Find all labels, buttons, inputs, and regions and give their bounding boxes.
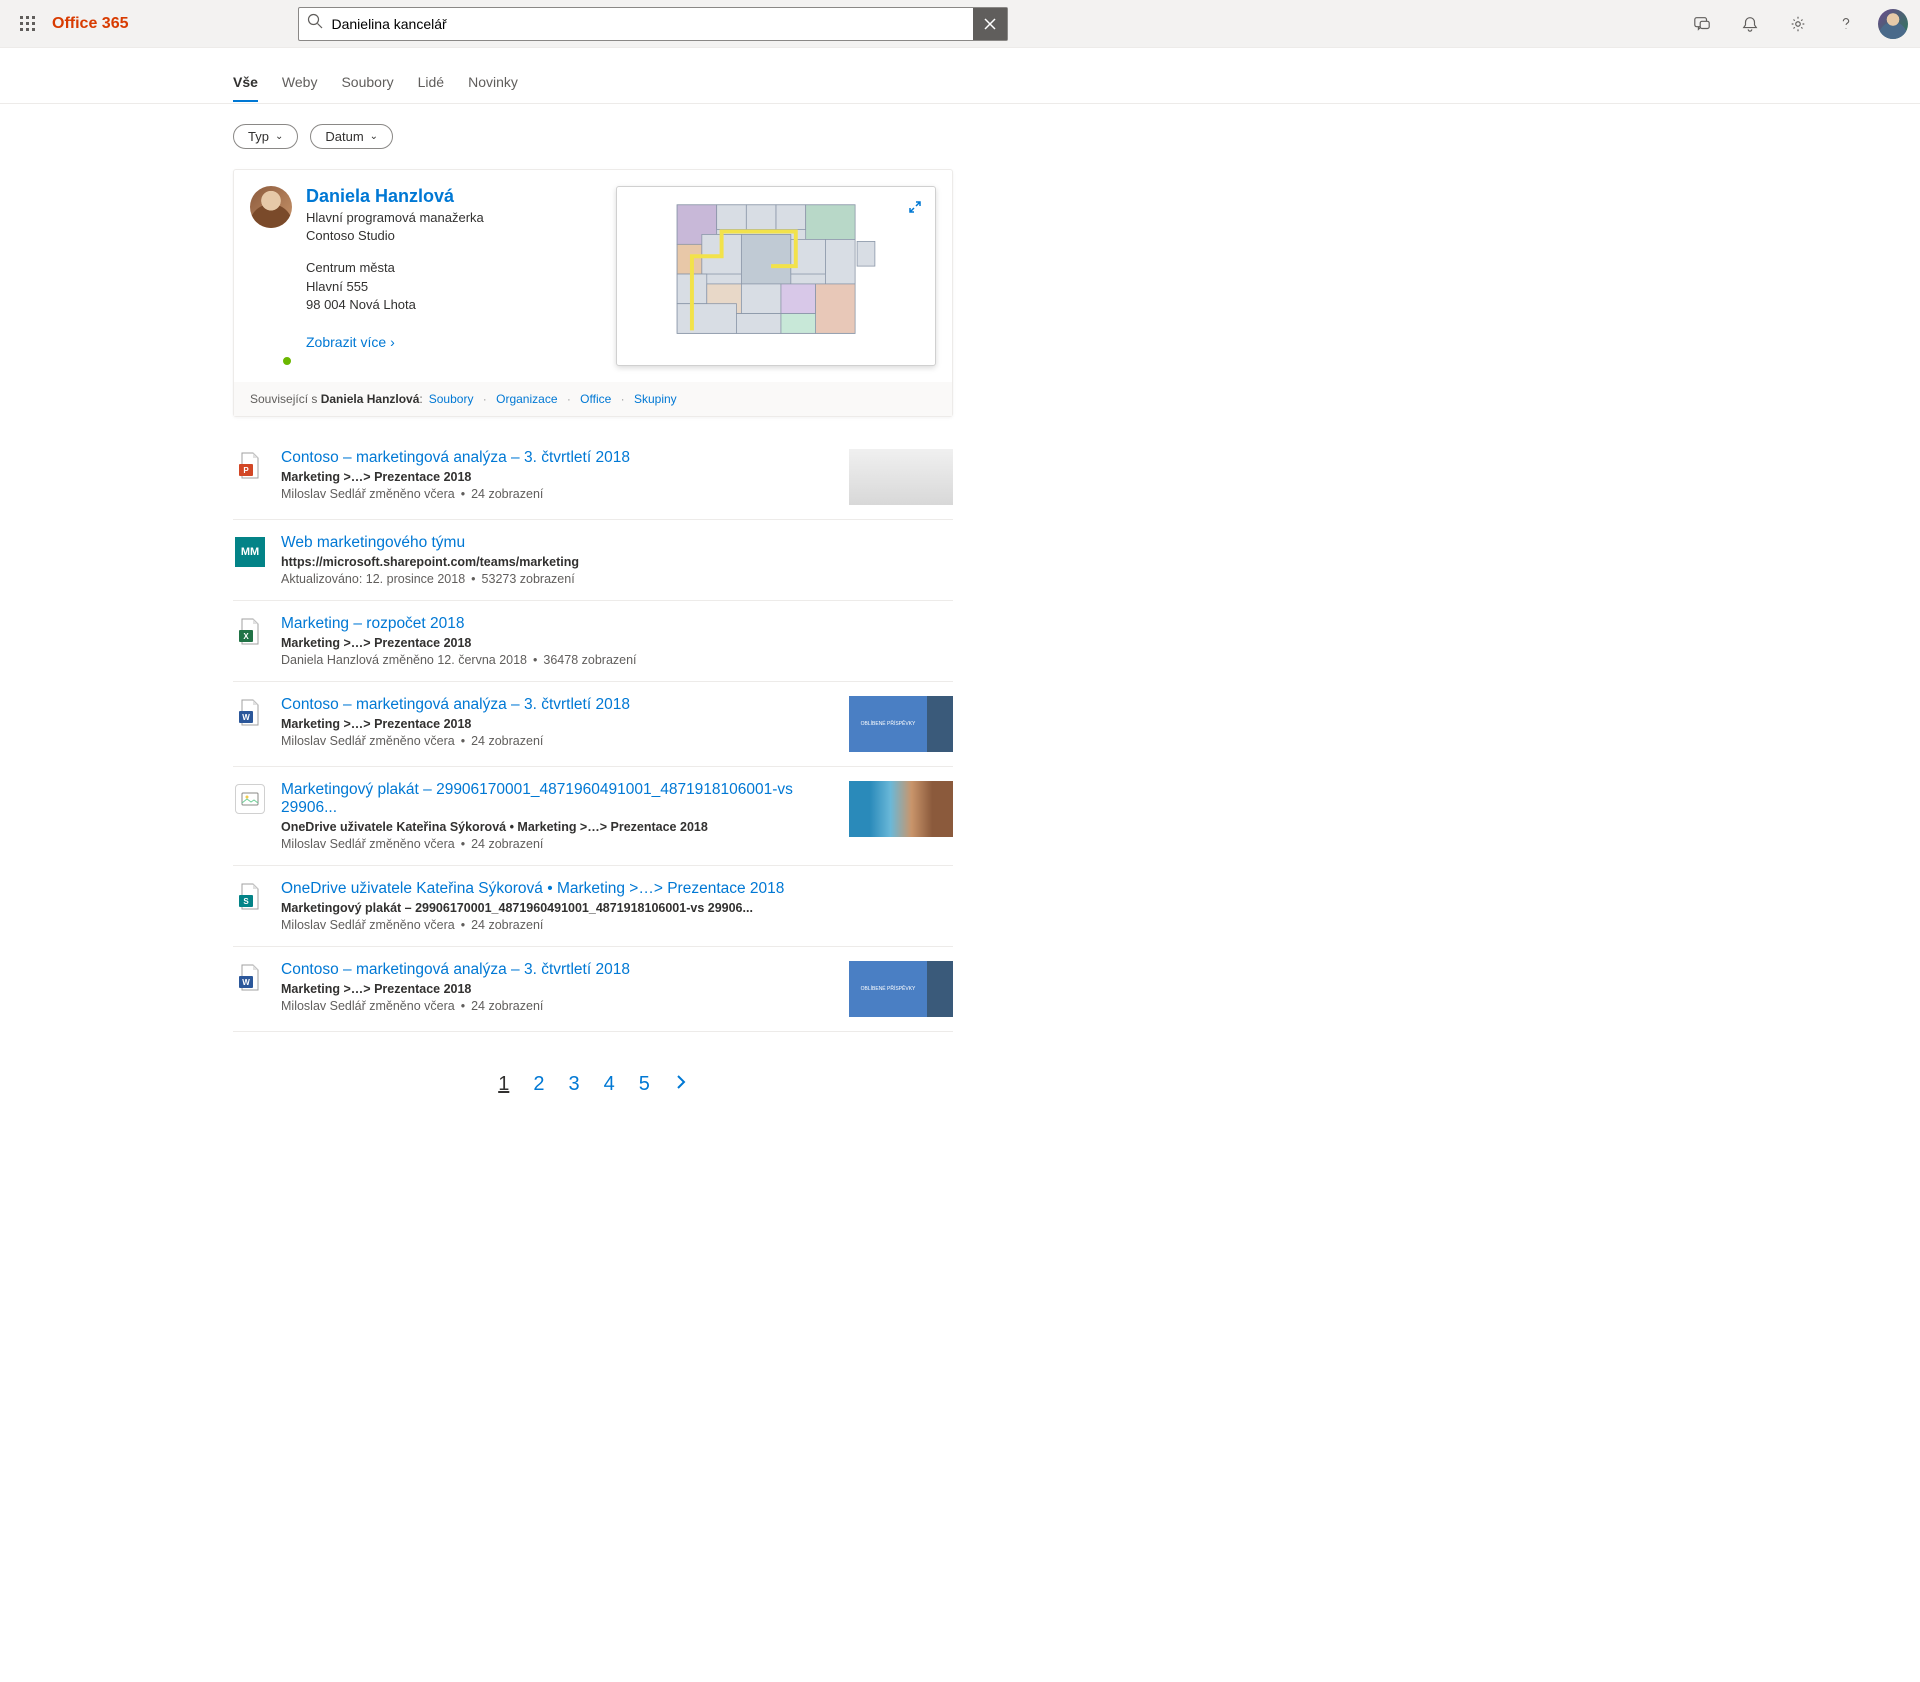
- result-row: S OneDrive uživatele Kateřina Sýkorová •…: [233, 866, 953, 947]
- person-addr-3: 98 004 Nová Lhota: [306, 296, 602, 314]
- svg-text:W: W: [242, 978, 250, 987]
- result-path: https://microsoft.sharepoint.com/teams/m…: [281, 555, 953, 569]
- page-4[interactable]: 4: [604, 1073, 615, 1096]
- sway-icon: S: [233, 880, 267, 932]
- result-meta: Daniela Hanzlová změněno 12. června 2018…: [281, 653, 953, 667]
- person-name[interactable]: Daniela Hanzlová: [306, 186, 602, 207]
- user-avatar[interactable]: [1878, 9, 1908, 39]
- tab-weby[interactable]: Weby: [282, 68, 318, 102]
- related-link-office[interactable]: Office: [580, 392, 611, 406]
- brand-label: Office 365: [52, 15, 128, 33]
- help-icon[interactable]: [1830, 8, 1862, 40]
- result-title[interactable]: Marketingový plakát – 29906170001_487196…: [281, 781, 835, 817]
- tab-vše[interactable]: Vše: [233, 68, 258, 102]
- result-meta: Miloslav Sedlář změněno včera•24 zobraze…: [281, 487, 835, 501]
- result-path: Marketing >…> Prezentace 2018: [281, 717, 835, 731]
- ppt-icon: P: [233, 449, 267, 505]
- result-title[interactable]: Marketing – rozpočet 2018: [281, 615, 953, 633]
- result-meta: Miloslav Sedlář změněno včera•24 zobraze…: [281, 734, 835, 748]
- chevron-right-icon: ›: [390, 334, 395, 350]
- img-icon: [233, 781, 267, 851]
- result-meta: Miloslav Sedlář změněno včera•24 zobraze…: [281, 837, 835, 851]
- result-title[interactable]: Web marketingového týmu: [281, 534, 953, 552]
- notifications-icon[interactable]: [1734, 8, 1766, 40]
- search-box[interactable]: [298, 7, 1008, 41]
- svg-text:W: W: [242, 713, 250, 722]
- page-3[interactable]: 3: [568, 1073, 579, 1096]
- site-icon: MM: [233, 534, 267, 586]
- svg-text:S: S: [243, 897, 249, 906]
- result-title[interactable]: Contoso – marketingová analýza – 3. čtvr…: [281, 449, 835, 467]
- xls-icon: X: [233, 615, 267, 667]
- chevron-down-icon: ⌄: [275, 131, 283, 142]
- tab-lidé[interactable]: Lidé: [418, 68, 444, 102]
- header: Office 365: [0, 0, 1920, 48]
- result-path: Marketingový plakát – 29906170001_487196…: [281, 901, 953, 915]
- person-avatar: [250, 186, 292, 228]
- svg-text:P: P: [243, 466, 249, 475]
- result-title[interactable]: Contoso – marketingová analýza – 3. čtvr…: [281, 696, 835, 714]
- result-row: MM Web marketingového týmu https://micro…: [233, 520, 953, 601]
- filter-date[interactable]: Datum⌄: [310, 124, 393, 149]
- result-meta: Miloslav Sedlář změněno včera•24 zobraze…: [281, 918, 953, 932]
- chat-icon[interactable]: [1686, 8, 1718, 40]
- result-path: OneDrive uživatele Kateřina Sýkorová • M…: [281, 820, 835, 834]
- search-tabs: Vše Weby Soubory Lidé Novinky: [233, 68, 953, 103]
- page-2[interactable]: 2: [533, 1073, 544, 1096]
- chevron-down-icon: ⌄: [370, 131, 378, 142]
- result-path: Marketing >…> Prezentace 2018: [281, 470, 835, 484]
- tab-soubory[interactable]: Soubory: [341, 68, 393, 102]
- person-title: Hlavní programová manažerka: [306, 209, 602, 227]
- search-input[interactable]: [331, 16, 973, 32]
- header-actions: [1686, 8, 1908, 40]
- person-addr-1: Centrum města: [306, 259, 602, 277]
- result-meta: Aktualizováno: 12. prosince 2018•53273 z…: [281, 572, 953, 586]
- search-icon: [299, 13, 331, 34]
- result-row: X Marketing – rozpočet 2018 Marketing >……: [233, 601, 953, 682]
- expand-icon[interactable]: [903, 195, 927, 219]
- app-launcher-icon[interactable]: [12, 8, 44, 40]
- related-link-soubory[interactable]: Soubory: [429, 392, 474, 406]
- presence-available-icon: [281, 355, 293, 367]
- person-card: Daniela Hanzlová Hlavní programová manaž…: [233, 169, 953, 417]
- page-5[interactable]: 5: [639, 1073, 650, 1096]
- result-row: Marketingový plakát – 29906170001_487196…: [233, 767, 953, 866]
- result-row: W Contoso – marketingová analýza – 3. čt…: [233, 682, 953, 767]
- filter-row: Typ⌄ Datum⌄: [233, 124, 953, 149]
- floor-plan-svg: [617, 187, 935, 365]
- person-company: Contoso Studio: [306, 227, 602, 245]
- floor-map[interactable]: [616, 186, 936, 366]
- doc-icon: W: [233, 961, 267, 1017]
- result-row: W Contoso – marketingová analýza – 3. čt…: [233, 947, 953, 1032]
- show-more-link[interactable]: Zobrazit více ›: [306, 334, 395, 350]
- tab-novinky[interactable]: Novinky: [468, 68, 518, 102]
- result-title[interactable]: Contoso – marketingová analýza – 3. čtvr…: [281, 961, 835, 979]
- settings-icon[interactable]: [1782, 8, 1814, 40]
- related-links-bar: Související s Daniela Hanzlová:Soubory ·…: [234, 382, 952, 416]
- pagination: 1 2 3 4 5: [233, 1072, 953, 1097]
- page-1[interactable]: 1: [498, 1073, 509, 1096]
- clear-search-button[interactable]: [973, 8, 1007, 40]
- related-link-organizace[interactable]: Organizace: [496, 392, 557, 406]
- svg-text:X: X: [243, 632, 249, 641]
- related-link-skupiny[interactable]: Skupiny: [634, 392, 677, 406]
- doc-icon: W: [233, 696, 267, 752]
- filter-type[interactable]: Typ⌄: [233, 124, 298, 149]
- result-row: P Contoso – marketingová analýza – 3. čt…: [233, 435, 953, 520]
- result-path: Marketing >…> Prezentace 2018: [281, 636, 953, 650]
- next-page-icon[interactable]: [674, 1072, 688, 1097]
- result-meta: Miloslav Sedlář změněno včera•24 zobraze…: [281, 999, 835, 1013]
- result-path: Marketing >…> Prezentace 2018: [281, 982, 835, 996]
- person-addr-2: Hlavní 555: [306, 278, 602, 296]
- result-title[interactable]: OneDrive uživatele Kateřina Sýkorová • M…: [281, 880, 953, 898]
